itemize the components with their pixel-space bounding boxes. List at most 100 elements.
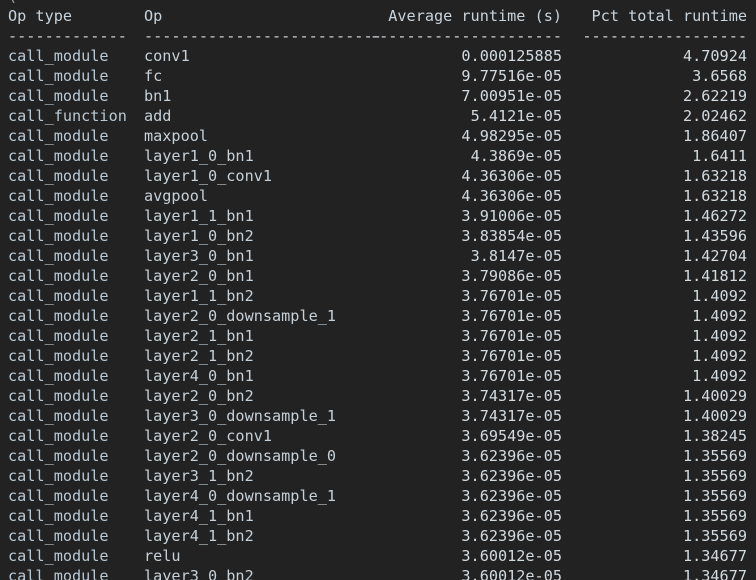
cell-pct-total-runtime: 1.4092 bbox=[692, 347, 747, 365]
table-row: call_module layer2_0_bn2 3.74317e-05 1.400… bbox=[0, 386, 756, 406]
cell-op: layer1_1_bn1 bbox=[144, 207, 254, 225]
table-header-row: Op type Op Average runtime (s) Pct total r… bbox=[0, 6, 756, 26]
spacer-1 bbox=[153, 0, 162, 5]
column-header-op-type: Op type bbox=[8, 7, 73, 25]
cell-op-type: call_module bbox=[8, 127, 109, 145]
cell-op: layer2_0_conv1 bbox=[144, 427, 273, 445]
cell-pct-total-runtime: 1.40029 bbox=[682, 407, 747, 425]
header-spacer bbox=[562, 6, 572, 26]
cell-op: layer1_1_bn2 bbox=[144, 287, 254, 305]
cell-op-type: call_module bbox=[8, 507, 109, 525]
cell-average-runtime: 3.69549e-05 bbox=[461, 427, 562, 445]
cell-spacer bbox=[562, 566, 572, 580]
cell-op-type: call_module bbox=[8, 167, 109, 185]
cell-average-runtime: 3.79086e-05 bbox=[461, 267, 562, 285]
table-row: call_function add 5.4121e-05 2.02462 bbox=[0, 106, 756, 126]
cell-pct-total-runtime: 1.4092 bbox=[692, 287, 747, 305]
table-row: call_module layer2_1_bn2 3.76701e-05 1.409… bbox=[0, 346, 756, 366]
table-row: call_module layer1_0_conv1 4.36306e-05 1.6… bbox=[0, 166, 756, 186]
table-row: call_module layer3_0_downsample_1 3.74317e… bbox=[0, 406, 756, 426]
cell-spacer bbox=[562, 266, 572, 286]
table-row: call_module maxpool 4.98295e-05 1.86407 bbox=[0, 126, 756, 146]
cell-op-type: call_module bbox=[8, 47, 109, 65]
cell-average-runtime: 3.62396e-05 bbox=[461, 507, 562, 525]
cell-average-runtime: 3.62396e-05 bbox=[461, 467, 562, 485]
cell-op: avgpool bbox=[144, 187, 209, 205]
cell-spacer bbox=[562, 286, 572, 306]
cell-spacer bbox=[562, 326, 572, 346]
table-row: call_module layer1_1_bn1 3.91006e-05 1.462… bbox=[0, 206, 756, 226]
separator-op: -------------------------- bbox=[144, 27, 382, 45]
cell-spacer bbox=[562, 466, 572, 486]
cell-pct-total-runtime: 1.4092 bbox=[692, 367, 747, 385]
cell-op-type: call_module bbox=[8, 447, 109, 465]
table-row: call_module fc 9.77516e-05 3.6568 bbox=[0, 66, 756, 86]
cell-spacer bbox=[562, 166, 572, 186]
cell-op-type: call_module bbox=[8, 227, 109, 245]
cell-average-runtime: 5.4121e-05 bbox=[470, 107, 562, 125]
cell-op: layer1_0_conv1 bbox=[144, 167, 273, 185]
cell-pct-total-runtime: 1.63218 bbox=[682, 187, 747, 205]
cell-spacer bbox=[562, 246, 572, 266]
cell-average-runtime: 3.76701e-05 bbox=[461, 347, 562, 365]
table-row: call_module layer3_0_bn2 3.60012e-05 1.346… bbox=[0, 566, 756, 580]
cell-op-type: call_module bbox=[8, 527, 109, 545]
cell-pct-total-runtime: 1.4092 bbox=[692, 327, 747, 345]
cell-op: layer2_1_bn2 bbox=[144, 347, 254, 365]
cell-op: layer4_1_bn1 bbox=[144, 507, 254, 525]
cell-op: layer3_0_downsample_1 bbox=[144, 407, 337, 425]
cell-pct-total-runtime: 1.43596 bbox=[682, 227, 747, 245]
cell-op: maxpool bbox=[144, 127, 209, 145]
cell-average-runtime: 3.60012e-05 bbox=[461, 547, 562, 565]
cell-op-type: call_module bbox=[8, 427, 109, 445]
cell-pct-total-runtime: 1.34677 bbox=[682, 567, 747, 580]
cell-spacer bbox=[562, 486, 572, 506]
terminal-output-pane[interactable]: (▀ ▀ ▀ Op typeOpAverage runtime (s) Pct … bbox=[0, 0, 756, 580]
cell-pct-total-runtime: 1.46272 bbox=[682, 207, 747, 225]
cell-op: layer3_0_bn2 bbox=[144, 567, 254, 580]
cell-average-runtime: 3.91006e-05 bbox=[461, 207, 562, 225]
cell-pct-total-runtime: 1.34677 bbox=[682, 547, 747, 565]
cell-op-type: call_module bbox=[8, 287, 109, 305]
cell-spacer bbox=[562, 206, 572, 226]
cell-pct-total-runtime: 2.02462 bbox=[682, 107, 747, 125]
table-row: call_module layer2_0_downsample_1 3.76701e… bbox=[0, 306, 756, 326]
cell-average-runtime: 3.76701e-05 bbox=[461, 327, 562, 345]
cell-spacer bbox=[562, 146, 572, 166]
cell-spacer bbox=[562, 106, 572, 126]
cell-pct-total-runtime: 1.86407 bbox=[682, 127, 747, 145]
table-row: call_module layer2_0_conv1 3.69549e-05 1.3… bbox=[0, 426, 756, 446]
cell-op-type: call_module bbox=[8, 347, 109, 365]
column-header-average-runtime: Average runtime (s) bbox=[388, 7, 562, 25]
cell-spacer bbox=[562, 66, 572, 86]
table-separator-row: ------------- ---------------------------… bbox=[0, 26, 756, 46]
cell-average-runtime: 3.76701e-05 bbox=[461, 287, 562, 305]
table-row: call_module layer2_1_bn1 3.76701e-05 1.409… bbox=[0, 326, 756, 346]
cell-average-runtime: 4.36306e-05 bbox=[461, 167, 562, 185]
cell-op: layer2_0_bn1 bbox=[144, 267, 254, 285]
cell-average-runtime: 9.77516e-05 bbox=[461, 67, 562, 85]
cell-op-type: call_module bbox=[8, 147, 109, 165]
separator-pct-total-runtime: ------------------ bbox=[582, 27, 747, 45]
cell-spacer bbox=[562, 306, 572, 326]
cell-op: layer2_0_downsample_1 bbox=[144, 307, 337, 325]
cell-op: layer1_0_bn2 bbox=[144, 227, 254, 245]
table-row: call_module layer3_1_bn2 3.62396e-05 1.355… bbox=[0, 466, 756, 486]
cell-spacer bbox=[562, 346, 572, 366]
cell-pct-total-runtime: 1.35569 bbox=[682, 467, 747, 485]
cell-spacer bbox=[562, 526, 572, 546]
table-row: call_module layer4_0_downsample_1 3.62396e… bbox=[0, 486, 756, 506]
column-header-pct-total-runtime: Pct total runtime bbox=[591, 7, 747, 25]
cell-pct-total-runtime: 1.35569 bbox=[682, 527, 747, 545]
cell-spacer bbox=[562, 86, 572, 106]
cell-average-runtime: 3.74317e-05 bbox=[461, 387, 562, 405]
green-token-1: ▀ bbox=[144, 0, 153, 5]
table-row: call_module conv1 0.000125885 4.70924 bbox=[0, 46, 756, 66]
table-row: call_module layer1_1_bn2 3.76701e-05 1.409… bbox=[0, 286, 756, 306]
cell-average-runtime: 4.36306e-05 bbox=[461, 187, 562, 205]
column-header-op: Op bbox=[144, 7, 163, 25]
cell-op-type: call_module bbox=[8, 467, 109, 485]
cell-average-runtime: 7.00951e-05 bbox=[461, 87, 562, 105]
cell-op: add bbox=[144, 107, 172, 125]
cell-op-type: call_module bbox=[8, 567, 109, 580]
